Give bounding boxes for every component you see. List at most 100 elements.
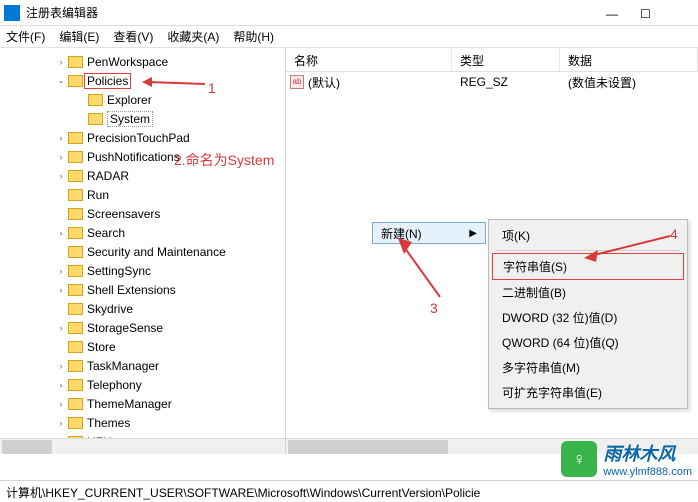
values-pane[interactable]: 名称 类型 数据 ab (默认) REG_SZ (数值未设置) 新建(N) ▶ …	[286, 48, 698, 454]
tree-item[interactable]: ›PushNotifications	[0, 147, 285, 166]
value-row[interactable]: ab (默认) REG_SZ (数值未设置)	[286, 72, 698, 92]
tree-item[interactable]: › StorageSense	[0, 318, 285, 337]
app-icon	[4, 5, 20, 21]
folder-icon	[68, 341, 83, 353]
close-button[interactable]	[674, 7, 686, 19]
col-data-header[interactable]: 数据	[560, 48, 698, 71]
folder-icon	[68, 170, 83, 182]
chevron-right-icon[interactable]: ›	[56, 361, 66, 371]
maximize-button[interactable]: ☐	[640, 7, 652, 19]
folder-icon	[68, 322, 83, 334]
folder-icon	[68, 75, 83, 87]
chevron-right-icon[interactable]: ›	[56, 266, 66, 276]
submenu-new: 项(K) 字符串值(S)二进制值(B)DWORD (32 位)值(D)QWORD …	[488, 219, 688, 409]
chevron-right-icon[interactable]: ›	[56, 380, 66, 390]
submenu-item[interactable]: QWORD (64 位)值(Q)	[492, 330, 684, 355]
status-path: 计算机\HKEY_CURRENT_USER\SOFTWARE\Microsoft…	[6, 486, 480, 500]
folder-icon	[68, 360, 83, 372]
tree-label: SettingSync	[87, 264, 151, 278]
tree-item[interactable]: › Telephony	[0, 375, 285, 394]
menu-edit[interactable]: 编辑(E)	[59, 28, 99, 45]
tree-item[interactable]: › Themes	[0, 413, 285, 432]
tree-item[interactable]: › PrecisionTouchPad	[0, 128, 285, 147]
tree-item[interactable]: Skydrive	[0, 299, 285, 318]
tree-label: PrecisionTouchPad	[87, 131, 190, 145]
chevron-right-icon[interactable]: ›	[56, 399, 66, 409]
folder-icon	[68, 417, 83, 429]
chevron-right-icon[interactable]: ›	[56, 418, 66, 428]
tree-item[interactable]: Security and Maintenance	[0, 242, 285, 261]
menu-file[interactable]: 文件(F)	[6, 28, 45, 45]
chevron-right-icon[interactable]: ›	[56, 171, 66, 181]
tree-item[interactable]: ⌄ Policies	[0, 71, 285, 90]
tree-label: Store	[87, 340, 116, 354]
submenu-item[interactable]: 可扩充字符串值(E)	[492, 380, 684, 405]
tree-scrollbar-h[interactable]	[0, 438, 285, 454]
title-bar: 注册表编辑器 — ☐	[0, 0, 698, 26]
chevron-down-icon[interactable]: ⌄	[56, 75, 66, 86]
folder-icon	[68, 208, 83, 220]
folder-icon	[68, 284, 83, 296]
menu-new[interactable]: 新建(N) ▶	[372, 222, 486, 244]
chevron-right-icon[interactable]: ›	[56, 323, 66, 333]
string-value-icon: ab	[290, 75, 304, 89]
scrollbar-thumb[interactable]	[2, 440, 52, 454]
submenu-item[interactable]: 字符串值(S)	[492, 253, 684, 280]
tree-item[interactable]: Screensavers	[0, 204, 285, 223]
folder-icon	[68, 227, 83, 239]
chevron-right-icon[interactable]: ›	[56, 133, 66, 143]
submenu-item[interactable]: 多字符串值(M)	[492, 355, 684, 380]
tree-label: RADAR	[87, 169, 129, 183]
col-type-header[interactable]: 类型	[452, 48, 560, 71]
submenu-item[interactable]: DWORD (32 位)值(D)	[492, 305, 684, 330]
submenu-item[interactable]: 二进制值(B)	[492, 280, 684, 305]
tree-label: StorageSense	[87, 321, 163, 335]
col-name-header[interactable]: 名称	[286, 48, 452, 71]
minimize-button[interactable]: —	[606, 7, 618, 19]
folder-icon	[68, 265, 83, 277]
chevron-right-icon: ▶	[469, 228, 477, 239]
tree-label: System	[107, 111, 153, 127]
menu-favorites[interactable]: 收藏夹(A)	[167, 28, 219, 45]
tree-label: Search	[87, 226, 125, 240]
tree-item[interactable]: Explorer	[0, 90, 285, 109]
scrollbar-thumb[interactable]	[288, 440, 448, 454]
chevron-right-icon[interactable]: ›	[56, 228, 66, 238]
tree-item[interactable]: › RADAR	[0, 166, 285, 185]
tree-label: Themes	[87, 416, 130, 430]
tree-label: TaskManager	[87, 359, 159, 373]
menu-bar: 文件(F) 编辑(E) 查看(V) 收藏夹(A) 帮助(H)	[0, 26, 698, 48]
chevron-right-icon[interactable]: ›	[56, 57, 66, 67]
value-data: (数值未设置)	[560, 74, 698, 91]
tree-label: PenWorkspace	[87, 55, 168, 69]
tree-item[interactable]: › TaskManager	[0, 356, 285, 375]
tree-item[interactable]: Store	[0, 337, 285, 356]
tree-label: Security and Maintenance	[87, 245, 226, 259]
menu-view[interactable]: 查看(V)	[113, 28, 153, 45]
tree-item[interactable]: System	[0, 109, 285, 128]
watermark-badge-icon: ♀	[561, 441, 597, 477]
folder-icon	[68, 151, 83, 163]
tree-item[interactable]: Run	[0, 185, 285, 204]
tree-item[interactable]: › PenWorkspace	[0, 52, 285, 71]
watermark-title: 雨林木风	[603, 440, 692, 466]
menu-help[interactable]: 帮助(H)	[233, 28, 274, 45]
tree-label: Policies	[84, 73, 131, 89]
tree-item[interactable]: › Search	[0, 223, 285, 242]
tree-label: ThemeManager	[87, 397, 172, 411]
tree-item[interactable]: ›Shell Extensions	[0, 280, 285, 299]
chevron-right-icon[interactable]: ›	[56, 152, 66, 162]
tree-label: Telephony	[87, 378, 142, 392]
tree-label: Run	[87, 188, 109, 202]
menu-new-label: 新建(N)	[381, 225, 422, 242]
window-controls: — ☐	[606, 7, 694, 19]
folder-icon	[68, 132, 83, 144]
chevron-right-icon[interactable]: ›	[56, 285, 66, 295]
tree-pane[interactable]: › PenWorkspace ⌄ PoliciesExplorer System › Pre…	[0, 48, 286, 454]
folder-icon	[68, 246, 83, 258]
submenu-item[interactable]: 项(K)	[492, 223, 684, 248]
value-type: REG_SZ	[452, 75, 560, 89]
tree-item[interactable]: › SettingSync	[0, 261, 285, 280]
folder-icon	[88, 113, 103, 125]
tree-item[interactable]: › ThemeManager	[0, 394, 285, 413]
